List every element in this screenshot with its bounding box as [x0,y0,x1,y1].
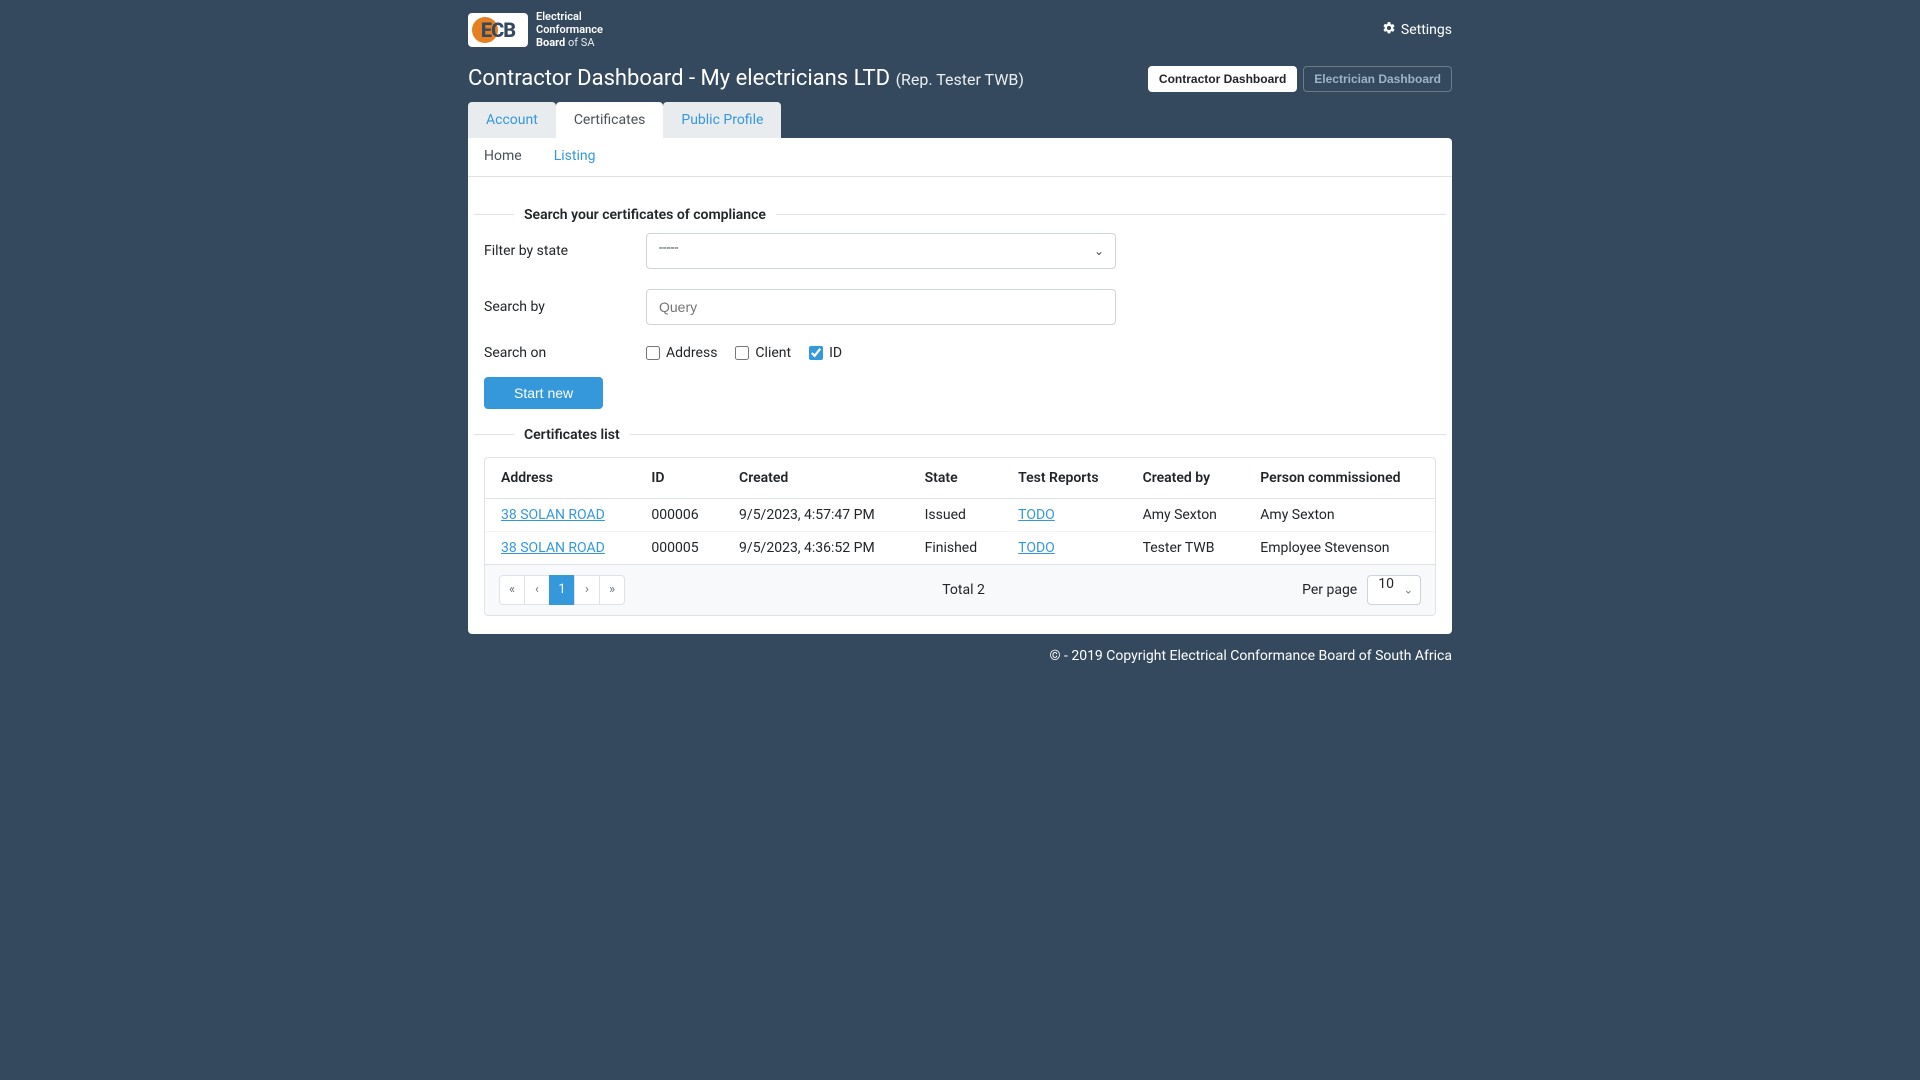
test-reports-link[interactable]: TODO [1018,540,1055,556]
pager-next[interactable]: › [574,575,600,605]
search-by-label: Search by [484,299,646,315]
checkbox-address[interactable]: Address [646,345,717,361]
col-state: State [909,458,1003,499]
sub-tabs: Home Listing [468,138,1452,177]
settings-link[interactable]: Settings [1382,21,1452,39]
col-test-reports: Test Reports [1002,458,1126,499]
col-created: Created [723,458,909,499]
test-reports-link[interactable]: TODO [1018,507,1055,523]
table-row: 38 SOLAN ROAD 000006 9/5/2023, 4:57:47 P… [485,498,1435,531]
search-on-label: Search on [484,345,646,361]
pager-page-1[interactable]: 1 [549,575,575,605]
address-link[interactable]: 38 SOLAN ROAD [501,507,605,523]
pager-last[interactable]: » [599,575,625,605]
tab-certificates[interactable]: Certificates [556,102,664,138]
checkbox-client-input[interactable] [735,346,749,360]
cell-id: 000006 [635,498,723,531]
cell-created: 9/5/2023, 4:57:47 PM [723,498,909,531]
tab-account[interactable]: Account [468,102,556,138]
logo-text: Electrical Conformance Board of SA [536,10,603,50]
checkbox-address-input[interactable] [646,346,660,360]
filter-by-state-label: Filter by state [484,243,646,259]
page-footer: © - 2019 Copyright Electrical Conformanc… [468,634,1452,678]
logo-mark: ECB [468,13,528,47]
checkbox-id[interactable]: ID [809,345,842,361]
pager-prev[interactable]: ‹ [524,575,550,605]
certificates-list-fieldset: Certificates list Address ID Created Sta… [474,427,1446,616]
tab-public-profile[interactable]: Public Profile [663,102,781,138]
col-id: ID [635,458,723,499]
search-fieldset: Search your certificates of compliance F… [474,207,1446,409]
pager-first[interactable]: « [499,575,525,605]
main-tabs: Account Certificates Public Profile [468,102,1452,138]
cell-created-by: Tester TWB [1127,531,1245,564]
gear-icon [1382,21,1396,39]
per-page-select[interactable]: 10 [1367,575,1421,605]
col-person-commissioned: Person commissioned [1244,458,1435,499]
total-count: Total 2 [942,582,985,598]
col-address: Address [485,458,635,499]
filter-by-state-select[interactable]: ----- [646,233,1116,269]
cell-person-commissioned: Amy Sexton [1244,498,1435,531]
search-input[interactable] [646,289,1116,325]
pager: « ‹ 1 › » [499,575,625,605]
logo-abbrev: ECB [468,13,528,47]
checkbox-client[interactable]: Client [735,345,791,361]
cell-state: Issued [909,498,1003,531]
logo: ECB Electrical Conformance Board of SA [468,10,603,50]
cell-created-by: Amy Sexton [1127,498,1245,531]
search-legend: Search your certificates of compliance [514,207,776,223]
col-created-by: Created by [1127,458,1245,499]
per-page-label: Per page [1302,582,1357,598]
certificates-table: Address ID Created State Test Reports Cr… [485,458,1435,564]
certificates-list-legend: Certificates list [514,427,630,443]
start-new-button[interactable]: Start new [484,377,603,409]
page-title: Contractor Dashboard - My electricians L… [468,66,1024,91]
address-link[interactable]: 38 SOLAN ROAD [501,540,605,556]
electrician-dashboard-button[interactable]: Electrician Dashboard [1303,66,1452,92]
dashboard-toggle: Contractor Dashboard Electrician Dashboa… [1148,66,1452,92]
cell-person-commissioned: Employee Stevenson [1244,531,1435,564]
cell-id: 000005 [635,531,723,564]
sub-tab-home[interactable]: Home [468,138,538,176]
sub-tab-listing[interactable]: Listing [538,138,612,176]
settings-label: Settings [1401,22,1452,38]
cell-state: Finished [909,531,1003,564]
checkbox-id-input[interactable] [809,346,823,360]
table-row: 38 SOLAN ROAD 000005 9/5/2023, 4:36:52 P… [485,531,1435,564]
contractor-dashboard-button[interactable]: Contractor Dashboard [1148,66,1297,92]
cell-created: 9/5/2023, 4:36:52 PM [723,531,909,564]
